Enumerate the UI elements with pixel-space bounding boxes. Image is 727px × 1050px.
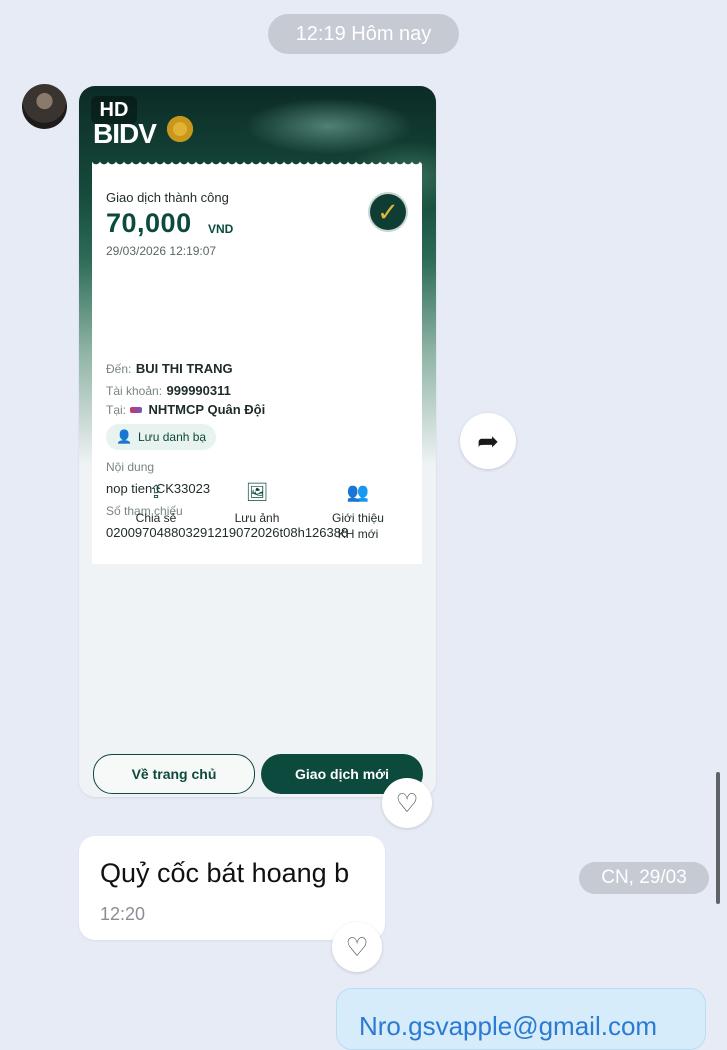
account-number: 999990311 [166, 383, 231, 398]
share-icon: ⇪ [148, 482, 164, 502]
recipient-label: Đến: [106, 362, 132, 376]
share-action[interactable]: ⇪ Chia sẻ [111, 482, 201, 526]
refer-customer-action[interactable]: 👥 Giới thiệu KH mới [313, 482, 403, 542]
bidv-logo-mark-icon [167, 116, 193, 142]
recipient-name: BUI THI TRANG [135, 361, 233, 376]
save-contact-button[interactable]: 👤 Lưu danh bạ [106, 424, 216, 450]
save-image-icon: 🖼 [245, 482, 269, 502]
content-label: Nội dung [106, 460, 155, 474]
heart-icon: ♡ [345, 932, 369, 962]
bank-row: Tại: NHTMCP Quân Đội [106, 401, 265, 419]
message-bubble[interactable]: Quỷ cốc bát hoang b 12:20 [79, 836, 385, 940]
bank-logo-icon [130, 406, 143, 413]
success-check-icon: ✓ [370, 194, 406, 230]
currency-label: VND [208, 222, 234, 236]
time-separator: 12:19 Hôm nay [268, 14, 459, 54]
transaction-datetime: 29/03/2026 12:19:07 [106, 244, 217, 258]
bank-label: Tại: [106, 403, 127, 417]
share-label: Chia sẻ [135, 511, 177, 525]
forward-button[interactable]: ➦ [460, 413, 516, 469]
forward-arrow-icon: ➦ [477, 426, 499, 456]
recipient-row: Đến: BUI THI TRANG [106, 360, 233, 378]
bidv-logo: BIDV [93, 118, 157, 149]
refer-customer-label: Giới thiệu KH mới [332, 511, 384, 541]
account-label: Tài khoản: [106, 384, 163, 398]
date-separator: CN, 29/03 [579, 862, 709, 894]
refer-users-icon: 👥 [346, 482, 370, 502]
reference-value: 020097048803291219072026t08h126388 [106, 525, 349, 540]
transaction-status: Giao dịch thành công [106, 190, 229, 205]
home-button[interactable]: Về trang chủ [93, 754, 255, 794]
message-time: 12:20 [100, 904, 146, 924]
account-row: Tài khoản: 999990311 [106, 382, 231, 400]
react-heart-button-2[interactable]: ♡ [332, 922, 382, 972]
save-image-action[interactable]: 🖼 Lưu ảnh [212, 482, 302, 526]
message-text: Quỷ cốc bát hoang b [100, 858, 350, 888]
save-contact-label: Lưu danh bạ [138, 430, 207, 444]
own-message-bubble[interactable]: Nro.gsvapple@gmail.com [336, 988, 706, 1050]
own-message-text: Nro.gsvapple@gmail.com [359, 1011, 658, 1041]
heart-icon: ♡ [395, 788, 419, 818]
sender-avatar[interactable] [22, 84, 67, 129]
transfer-receipt-image[interactable]: HD BIDV Giao dịch thành công 70,000 VND … [79, 86, 436, 797]
save-image-label: Lưu ảnh [234, 511, 280, 525]
bank-name: NHTMCP Quân Đội [148, 402, 266, 417]
scrollbar[interactable] [716, 772, 720, 904]
react-heart-button[interactable]: ♡ [382, 778, 432, 828]
transaction-amount: 70,000 [106, 208, 192, 238]
add-contact-icon: 👤 [116, 429, 133, 444]
